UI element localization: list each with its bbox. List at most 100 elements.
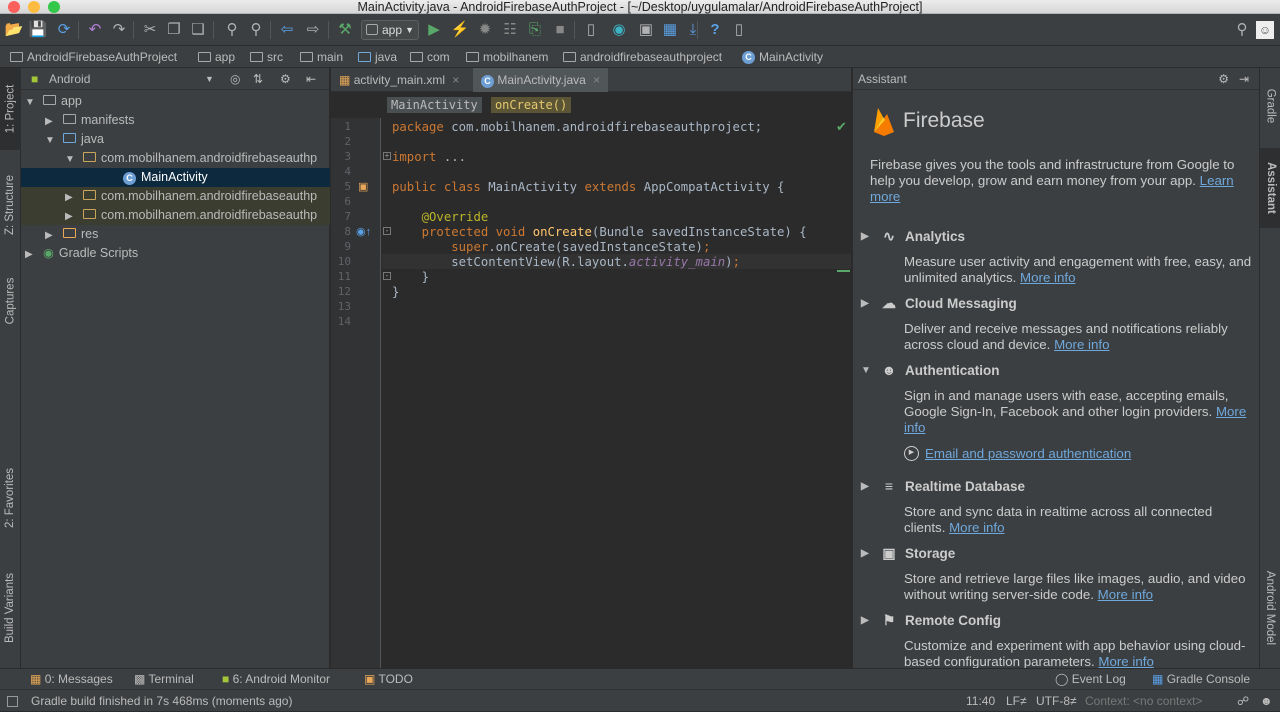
open-folder-icon[interactable]: 📂 bbox=[4, 20, 24, 40]
assistant-tool-tab[interactable]: Assistant bbox=[1260, 148, 1280, 228]
android-monitor-tab[interactable]: ■ 6: Android Monitor bbox=[222, 669, 330, 690]
sync-icon[interactable]: ⟳ bbox=[54, 20, 74, 40]
breadcrumb-com[interactable]: com bbox=[410, 46, 450, 68]
chevron-down-icon[interactable]: ▼ bbox=[65, 150, 75, 168]
more-info-link[interactable]: More info bbox=[949, 520, 1004, 535]
gradle-console-tab[interactable]: ▦ Gradle Console bbox=[1152, 669, 1250, 690]
chevron-down-icon[interactable]: ▼ bbox=[25, 93, 35, 111]
minimize-window-button[interactable] bbox=[28, 1, 40, 13]
android-model-tool-tab[interactable]: Android Model bbox=[1260, 558, 1280, 658]
more-info-link[interactable]: More info bbox=[1098, 587, 1153, 602]
help-icon[interactable]: ? bbox=[705, 20, 725, 40]
fold-marker-icon[interactable]: - bbox=[383, 227, 391, 235]
feature-authentication[interactable]: ▼ ☻ Authentication bbox=[861, 362, 1000, 378]
breadcrumb-java[interactable]: java bbox=[358, 46, 397, 68]
line-separator[interactable]: LF≠ bbox=[1006, 690, 1027, 712]
breadcrumb-method[interactable]: onCreate() bbox=[490, 97, 572, 113]
paste-icon[interactable]: ❑ bbox=[188, 20, 208, 40]
project-view-select[interactable]: Android bbox=[49, 72, 90, 86]
tree-item[interactable]: ▶ ◉ Gradle Scripts bbox=[21, 244, 330, 263]
scroll-from-source-icon[interactable]: ◎ bbox=[230, 68, 240, 90]
copy-icon[interactable]: ❐ bbox=[164, 20, 184, 40]
tree-item[interactable]: C MainActivity bbox=[21, 168, 330, 187]
more-info-link[interactable]: More info bbox=[1054, 337, 1109, 352]
favorites-tool-tab[interactable]: 2: Favorites bbox=[0, 453, 21, 543]
todo-tab[interactable]: ▣ TODO bbox=[364, 669, 413, 690]
tab-mainactivity-java[interactable]: C MainActivity.java × bbox=[473, 68, 608, 92]
fold-marker-icon[interactable]: - bbox=[383, 272, 391, 280]
project-tool-tab[interactable]: 1: Project bbox=[0, 68, 21, 150]
chevron-down-icon[interactable]: ▼ bbox=[45, 131, 55, 149]
chevron-down-icon[interactable]: ▼ bbox=[205, 68, 214, 90]
cut-icon[interactable]: ✂ bbox=[140, 20, 160, 40]
gradle-tool-tab[interactable]: Gradle bbox=[1260, 76, 1280, 136]
tree-item[interactable]: ▼ com.mobilhanem.androidfirebaseauthp bbox=[21, 149, 330, 168]
hide-panel-icon[interactable]: ⇥ bbox=[1239, 68, 1249, 90]
chevron-right-icon[interactable]: ▶ bbox=[861, 548, 873, 559]
feature-analytics[interactable]: ▶ ∿ Analytics bbox=[861, 228, 965, 245]
run-icon[interactable]: ▶ bbox=[424, 20, 444, 40]
close-window-button[interactable] bbox=[8, 1, 20, 13]
chevron-right-icon[interactable]: ▶ bbox=[861, 615, 873, 626]
email-password-auth-link[interactable]: ▶ Email and password authentication bbox=[904, 446, 1131, 461]
tool-windows-icon[interactable] bbox=[7, 696, 18, 707]
tree-item[interactable]: ▼ java bbox=[21, 130, 330, 149]
collapse-all-icon[interactable]: ⇅ bbox=[253, 68, 263, 90]
profile-icon[interactable]: ☷ bbox=[500, 20, 520, 40]
attach-debugger-icon[interactable]: ⎘ bbox=[525, 20, 545, 40]
caret-position[interactable]: 11:40 bbox=[966, 690, 995, 712]
lock-icon[interactable]: ☍ bbox=[1237, 690, 1249, 712]
chevron-right-icon[interactable]: ▶ bbox=[861, 481, 873, 492]
tab-activity-main-xml[interactable]: ▦ activity_main.xml × bbox=[331, 68, 471, 92]
chevron-right-icon[interactable]: ▶ bbox=[65, 188, 75, 206]
account-icon[interactable]: ☺ bbox=[1256, 21, 1274, 39]
tree-item[interactable]: ▶ com.mobilhanem.androidfirebaseauthp bbox=[21, 187, 330, 206]
tree-item[interactable]: ▶ com.mobilhanem.androidfirebaseauthp bbox=[21, 206, 330, 225]
chevron-right-icon[interactable]: ▶ bbox=[45, 112, 55, 130]
chevron-right-icon[interactable]: ▶ bbox=[45, 226, 55, 244]
captures-tool-tab[interactable]: Captures bbox=[0, 263, 21, 338]
settings-icon[interactable]: ⚙ bbox=[1218, 68, 1229, 90]
hide-panel-icon[interactable]: ⇤ bbox=[306, 68, 316, 90]
stop-icon[interactable]: ■ bbox=[550, 20, 570, 40]
avd-manager-icon[interactable]: ▯ bbox=[581, 20, 601, 40]
debug-icon[interactable]: ✹ bbox=[475, 20, 495, 40]
back-icon[interactable]: ⇦ bbox=[277, 20, 297, 40]
chevron-down-icon[interactable]: ▼ bbox=[861, 365, 873, 376]
undo-icon[interactable]: ↶ bbox=[85, 20, 105, 40]
breadcrumb-mobilhanem[interactable]: mobilhanem bbox=[466, 46, 548, 68]
breadcrumb-main[interactable]: main bbox=[300, 46, 343, 68]
sdk-manager-icon[interactable]: ▣ bbox=[636, 20, 656, 40]
redo-icon[interactable]: ↷ bbox=[109, 20, 129, 40]
status-message[interactable]: Gradle build finished in 7s 468ms (momen… bbox=[31, 690, 292, 712]
close-icon[interactable]: × bbox=[593, 73, 600, 87]
class-gutter-icon[interactable]: ▣ bbox=[358, 180, 368, 193]
instant-run-icon[interactable]: ⚡ bbox=[450, 20, 470, 40]
close-icon[interactable]: × bbox=[452, 73, 459, 87]
chevron-right-icon[interactable]: ▶ bbox=[65, 207, 75, 225]
override-gutter-icon[interactable]: ◉↑ bbox=[356, 225, 371, 238]
tree-item[interactable]: ▶ res bbox=[21, 225, 330, 244]
more-info-link[interactable]: More info bbox=[1098, 654, 1153, 668]
find-icon[interactable]: ⚲ bbox=[222, 20, 242, 40]
fold-marker-icon[interactable]: + bbox=[383, 152, 391, 160]
feature-remote-config[interactable]: ▶ ⚑ Remote Config bbox=[861, 612, 1001, 629]
chevron-right-icon[interactable]: ▶ bbox=[25, 245, 35, 263]
structure-tool-tab[interactable]: Z: Structure bbox=[0, 160, 21, 250]
breadcrumb-mainactivity[interactable]: C MainActivity bbox=[742, 46, 823, 68]
make-project-icon[interactable]: ⚒ bbox=[335, 20, 355, 40]
run-configuration-select[interactable]: app ▼ bbox=[361, 20, 419, 40]
breadcrumb-class[interactable]: MainActivity bbox=[387, 97, 482, 113]
inspector-icon[interactable]: ☻ bbox=[1260, 690, 1273, 712]
file-encoding[interactable]: UTF-8≠ bbox=[1036, 690, 1077, 712]
forward-icon[interactable]: ⇨ bbox=[303, 20, 323, 40]
android-device-monitor-icon[interactable]: ◉ bbox=[609, 20, 629, 40]
download-icon[interactable]: ⤓ bbox=[683, 20, 703, 40]
build-variants-tool-tab[interactable]: Build Variants bbox=[0, 558, 21, 658]
chevron-right-icon[interactable]: ▶ bbox=[861, 298, 873, 309]
breadcrumb-project[interactable]: AndroidFirebaseAuthProject bbox=[10, 46, 177, 68]
messages-tab[interactable]: ▦ 0: Messages bbox=[30, 669, 113, 690]
more-info-link[interactable]: More info bbox=[1020, 270, 1075, 285]
terminal-tab[interactable]: ▩ Terminal bbox=[134, 669, 194, 690]
feature-realtime-database[interactable]: ▶ ≡ Realtime Database bbox=[861, 478, 1025, 494]
